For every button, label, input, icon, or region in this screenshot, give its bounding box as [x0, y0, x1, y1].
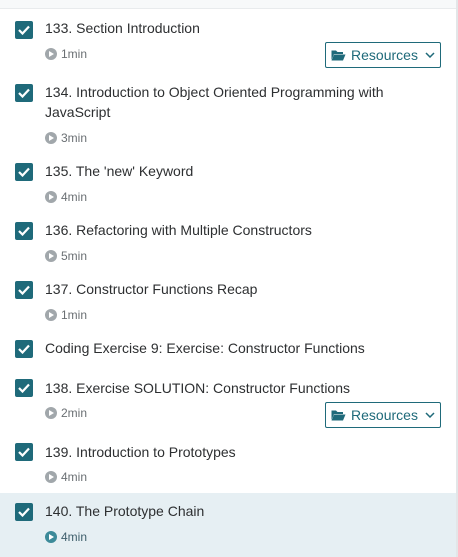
play-circle-icon: [45, 531, 57, 543]
lecture-title: 140. The Prototype Chain: [45, 503, 205, 519]
chevron-down-icon: [425, 52, 435, 58]
lecture-duration: 4min: [45, 189, 87, 205]
exercise-item[interactable]: Coding Exercise 9: Exercise: Constructor…: [0, 331, 456, 371]
duration-text: 4min: [61, 470, 88, 484]
lecture-item[interactable]: 135. The 'new' Keyword 4min: [0, 154, 456, 213]
exercise-title: Coding Exercise 9: Exercise: Constructor…: [45, 340, 365, 356]
lecture-item[interactable]: 138. Exercise SOLUTION: Constructor Func…: [0, 371, 456, 434]
play-circle-icon: [45, 48, 57, 60]
folder-open-icon: [331, 49, 346, 61]
checkbox-checked-icon[interactable]: [15, 21, 33, 39]
resources-label: Resources: [351, 47, 418, 63]
lecture-duration: 1min: [45, 307, 87, 323]
resources-button[interactable]: Resources: [325, 42, 441, 68]
lecture-duration: 2min: [45, 405, 87, 421]
lecture-title: 134. Introduction to Object Oriented Pro…: [45, 84, 384, 120]
resources-label: Resources: [351, 407, 418, 423]
checkbox-checked-icon[interactable]: [15, 340, 33, 358]
lecture-item[interactable]: 134. Introduction to Object Oriented Pro…: [0, 71, 456, 154]
lecture-item-active[interactable]: 140. The Prototype Chain 4min: [0, 493, 456, 557]
duration-text: 4min: [61, 530, 88, 544]
lecture-duration: 3min: [45, 130, 87, 146]
lecture-title: 136. Refactoring with Multiple Construct…: [45, 222, 312, 238]
lecture-item[interactable]: 139. Introduction to Prototypes 4min: [0, 434, 456, 493]
checkbox-checked-icon[interactable]: [15, 443, 33, 461]
play-circle-icon: [45, 250, 57, 262]
checkbox-checked-icon[interactable]: [15, 281, 33, 299]
lecture-title: 135. The 'new' Keyword: [45, 163, 194, 179]
checkbox-checked-icon[interactable]: [15, 503, 33, 521]
lecture-duration: 1min: [45, 46, 87, 62]
lecture-title: 139. Introduction to Prototypes: [45, 444, 236, 460]
play-circle-icon: [45, 191, 57, 203]
lecture-item[interactable]: 133. Section Introduction 1min Resources: [0, 9, 456, 71]
checkbox-checked-icon[interactable]: [15, 222, 33, 240]
duration-text: 1min: [61, 308, 88, 322]
play-circle-icon: [45, 309, 57, 321]
resources-button[interactable]: Resources: [325, 402, 441, 428]
lecture-title: 138. Exercise SOLUTION: Constructor Func…: [45, 380, 350, 396]
lecture-title: 137. Constructor Functions Recap: [45, 281, 258, 297]
duration-text: 2min: [61, 406, 88, 420]
duration-text: 5min: [61, 249, 88, 263]
duration-text: 1min: [61, 47, 88, 61]
lecture-title: 133. Section Introduction: [45, 20, 200, 36]
lecture-item[interactable]: 136. Refactoring with Multiple Construct…: [0, 213, 456, 272]
section-header-edge: [0, 0, 458, 9]
play-circle-icon: [45, 407, 57, 419]
chevron-down-icon: [425, 412, 435, 418]
lecture-duration: 4min: [45, 529, 87, 545]
checkbox-checked-icon[interactable]: [15, 379, 33, 397]
lecture-duration: 5min: [45, 248, 87, 264]
checkbox-checked-icon[interactable]: [15, 163, 33, 181]
folder-open-icon: [331, 409, 346, 421]
lecture-duration: 4min: [45, 469, 87, 485]
play-circle-icon: [45, 132, 57, 144]
lecture-item[interactable]: 137. Constructor Functions Recap 1min: [0, 272, 456, 331]
play-circle-icon: [45, 471, 57, 483]
duration-text: 3min: [61, 131, 88, 145]
duration-text: 4min: [61, 190, 88, 204]
checkbox-checked-icon[interactable]: [15, 84, 33, 102]
